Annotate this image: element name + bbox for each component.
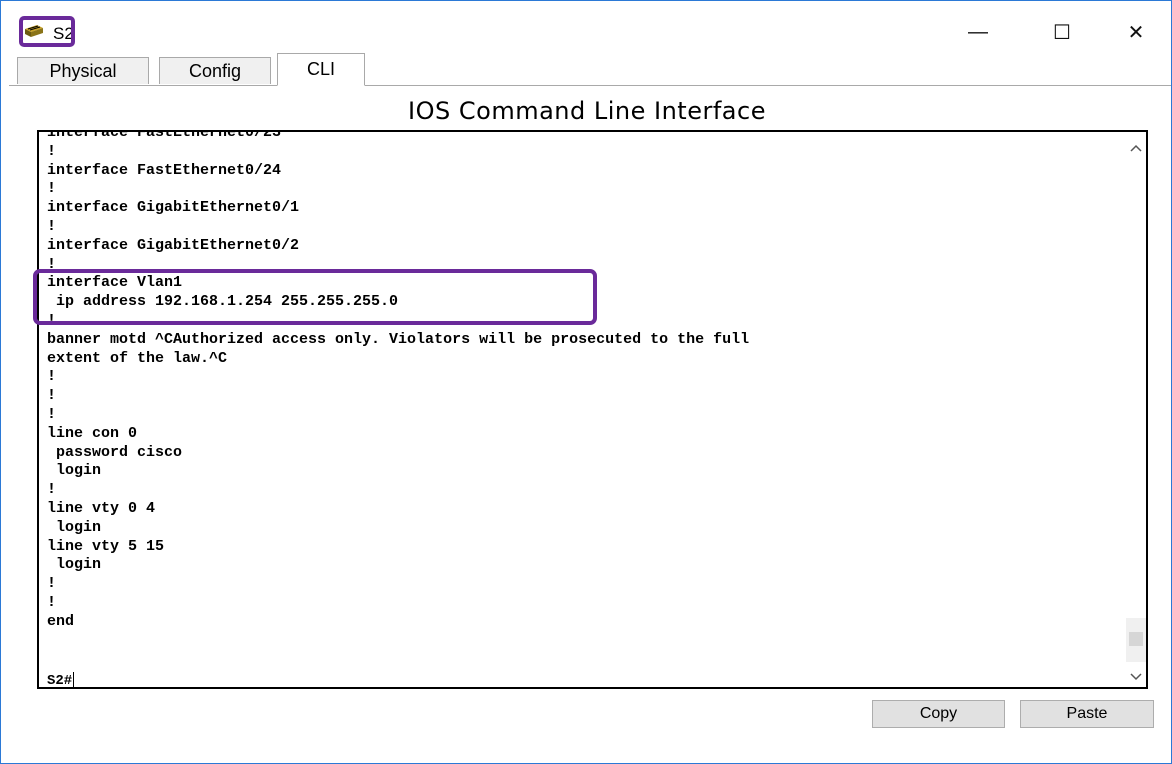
minimize-icon: — [968,20,988,43]
chevron-down-icon[interactable] [1129,669,1143,685]
tab-config[interactable]: Config [159,57,271,84]
title-bar[interactable]: S2 — ☐ ✕ [1,7,1171,53]
cli-window: S2 — ☐ ✕ Physical Config CLI IOS Command… [0,0,1172,764]
terminal-scrollbar[interactable] [1126,132,1146,687]
chevron-up-icon[interactable] [1129,140,1143,156]
maximize-icon: ☐ [1053,21,1071,44]
highlight-box-icon [19,16,75,47]
terminal-output: interface FastEthernet0/23 ! interface F… [47,130,750,630]
terminal-prompt: S2# [47,673,73,689]
close-button[interactable]: ✕ [1113,17,1159,47]
minimize-button[interactable]: — [955,17,1001,47]
text-cursor [73,672,75,687]
highlight-box-vlan [33,269,597,325]
maximize-button[interactable]: ☐ [1039,17,1085,47]
scrollbar-thumb[interactable] [1129,632,1143,646]
terminal-prompt-line[interactable]: S2# [47,672,75,689]
tab-physical[interactable]: Physical [17,57,149,84]
paste-button[interactable]: Paste [1020,700,1154,728]
copy-button[interactable]: Copy [872,700,1005,728]
tab-cli[interactable]: CLI [277,53,365,86]
page-title: IOS Command Line Interface [408,97,766,125]
cli-terminal[interactable]: interface FastEthernet0/23 ! interface F… [37,130,1148,689]
tab-strip: Physical Config CLI [9,53,1171,86]
close-icon: ✕ [1127,21,1145,44]
